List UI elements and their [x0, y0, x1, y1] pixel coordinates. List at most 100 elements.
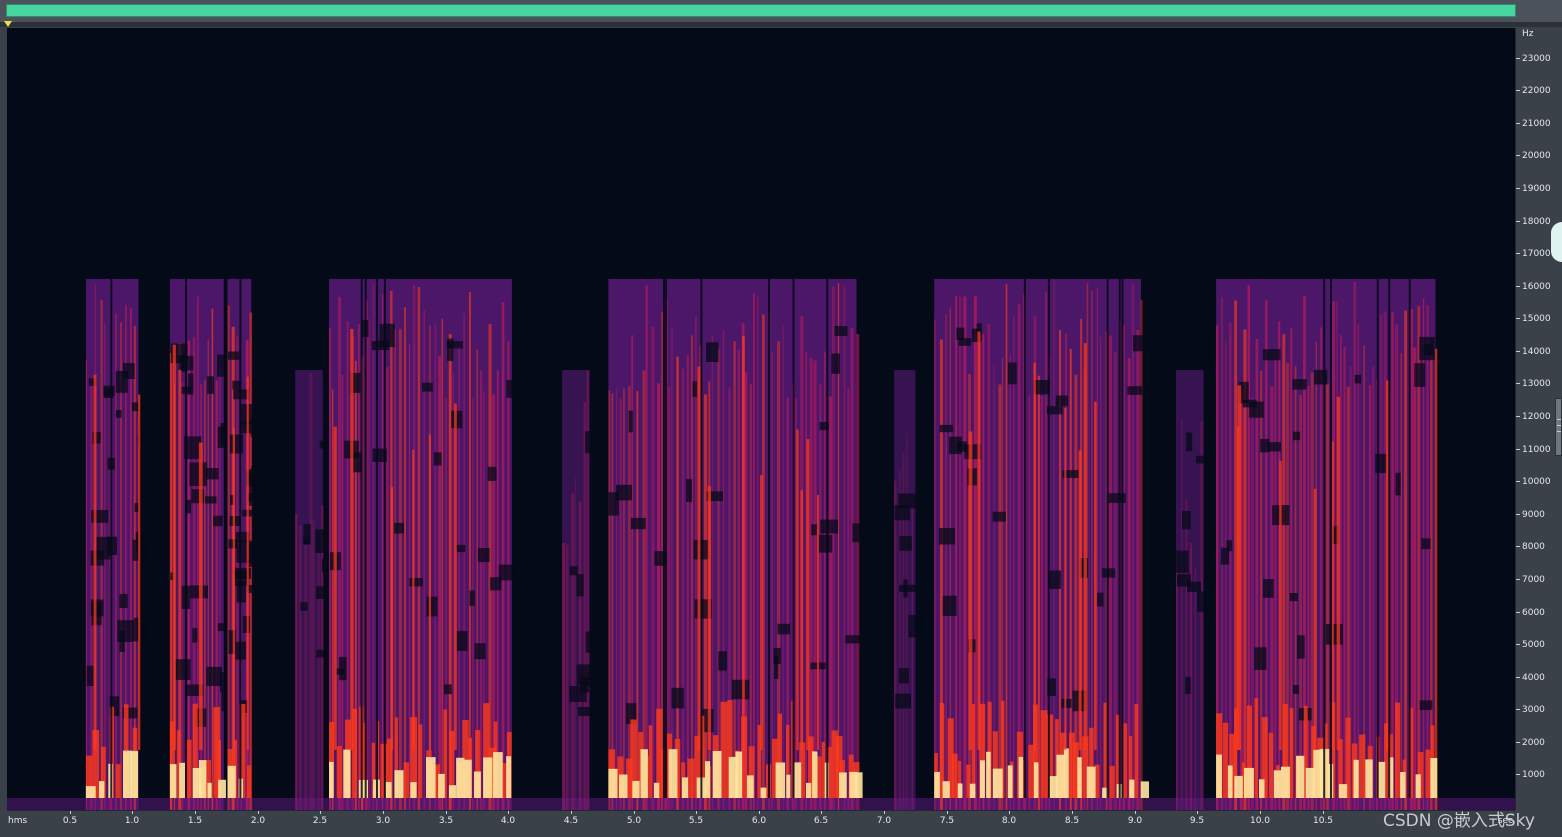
- formant-gap: [117, 620, 134, 642]
- playhead-marker-icon[interactable]: [4, 21, 12, 27]
- formant-gap: [992, 511, 1006, 522]
- spectrogram-view[interactable]: [7, 28, 1515, 810]
- low-freq-energy: [418, 724, 423, 798]
- low-freq-peak: [1243, 767, 1254, 798]
- watermark-text: CSDN @嵌入式Sky: [1383, 811, 1535, 831]
- time-tick-mark: [759, 811, 760, 814]
- energy-column: [737, 349, 741, 810]
- energy-column: [645, 285, 648, 810]
- formant-gap: [446, 341, 463, 349]
- energy-column: [824, 351, 826, 810]
- low-freq-energy: [648, 725, 653, 798]
- energy-ridge: [1237, 385, 1242, 750]
- frequency-tick-label: 17000: [1522, 249, 1551, 259]
- vertical-zoom-handle[interactable]: [1555, 398, 1562, 456]
- energy-column: [129, 308, 132, 810]
- low-freq-peak: [1033, 762, 1039, 798]
- energy-ridge: [198, 442, 203, 750]
- low-freq-peak: [1353, 759, 1359, 798]
- formant-gap: [1061, 698, 1072, 709]
- energy-column: [1096, 288, 1099, 810]
- time-tick-label: 3.0: [375, 816, 391, 826]
- word-pause: [383, 278, 386, 798]
- formant-gap: [1055, 395, 1069, 407]
- energy-column: [1404, 310, 1407, 810]
- word-pause: [1408, 278, 1411, 798]
- low-freq-peak: [1140, 781, 1149, 798]
- low-freq-peak: [493, 752, 503, 798]
- formant-gap: [834, 326, 848, 336]
- low-freq-peak: [99, 781, 105, 798]
- energy-column: [441, 318, 444, 810]
- energy-column: [1343, 346, 1346, 810]
- low-freq-peak: [1365, 759, 1373, 798]
- energy-column: [1274, 355, 1277, 810]
- low-freq-energy: [247, 765, 252, 798]
- energy-ridge: [454, 403, 457, 750]
- frequency-tick-mark: [1516, 774, 1520, 775]
- word-pause: [792, 278, 795, 798]
- formant-gap: [379, 323, 395, 348]
- energy-column: [691, 335, 693, 810]
- energy-column: [574, 477, 576, 810]
- word-pause: [1330, 278, 1332, 798]
- low-freq-peak: [131, 750, 139, 798]
- frequency-tick-mark: [1516, 123, 1520, 124]
- frequency-tick-mark: [1516, 449, 1520, 450]
- formant-gap: [671, 687, 684, 709]
- energy-column: [1086, 283, 1089, 810]
- time-tick-label: 9.0: [1127, 816, 1143, 826]
- time-tick-mark: [320, 811, 321, 814]
- time-tick-label: 10.0: [1249, 816, 1271, 826]
- low-freq-peak: [1129, 779, 1135, 798]
- time-tick-mark: [571, 811, 572, 814]
- word-pause: [665, 278, 667, 798]
- energy-column: [1176, 552, 1178, 810]
- energy-column: [1131, 283, 1135, 810]
- low-freq-energy: [403, 762, 410, 798]
- formant-gap: [123, 363, 135, 379]
- low-freq-peak: [653, 782, 660, 798]
- formant-gap: [1132, 335, 1144, 352]
- energy-ridge: [1033, 362, 1036, 750]
- energy-column: [733, 341, 736, 810]
- energy-ridge: [1083, 343, 1087, 750]
- grip-line: [1557, 425, 1561, 426]
- time-tick-label: 8.5: [1064, 816, 1080, 826]
- low-freq-peak: [746, 775, 754, 798]
- formant-gap: [908, 614, 924, 638]
- time-tick-label: 3.5: [438, 816, 454, 826]
- formant-gap: [1176, 550, 1189, 573]
- energy-ridge: [697, 366, 701, 750]
- low-freq-energy: [1425, 749, 1431, 798]
- energy-column: [628, 386, 631, 810]
- energy-column: [963, 296, 967, 810]
- formant-gap: [207, 376, 215, 394]
- overview-bar[interactable]: [0, 0, 1562, 23]
- frequency-tick-label: 15000: [1522, 314, 1551, 324]
- frequency-tick-mark: [1516, 90, 1520, 91]
- formant-gap: [115, 410, 122, 418]
- formant-gap: [426, 596, 438, 617]
- energy-ridge: [93, 374, 97, 750]
- formant-gap: [1289, 593, 1298, 602]
- low-freq-energy: [115, 764, 121, 798]
- frequency-tick-mark: [1516, 514, 1520, 515]
- word-pause: [1118, 278, 1121, 798]
- formant-gap: [228, 539, 237, 549]
- low-freq-peak: [619, 774, 628, 798]
- formant-gap: [206, 666, 222, 687]
- overview-selection-range[interactable]: [6, 4, 1516, 17]
- low-freq-energy: [1359, 734, 1366, 798]
- low-freq-peak: [198, 760, 207, 798]
- formant-gap: [316, 649, 329, 658]
- frequency-tick-label: 7000: [1522, 575, 1545, 585]
- energy-column: [1037, 375, 1041, 810]
- formant-gap: [303, 524, 311, 545]
- energy-ridge: [977, 331, 981, 750]
- formant-gap: [1292, 431, 1301, 441]
- side-panel-toggle[interactable]: [1551, 222, 1562, 262]
- formant-gap: [103, 385, 115, 397]
- low-freq-peak: [735, 751, 743, 798]
- formant-gap: [569, 566, 578, 576]
